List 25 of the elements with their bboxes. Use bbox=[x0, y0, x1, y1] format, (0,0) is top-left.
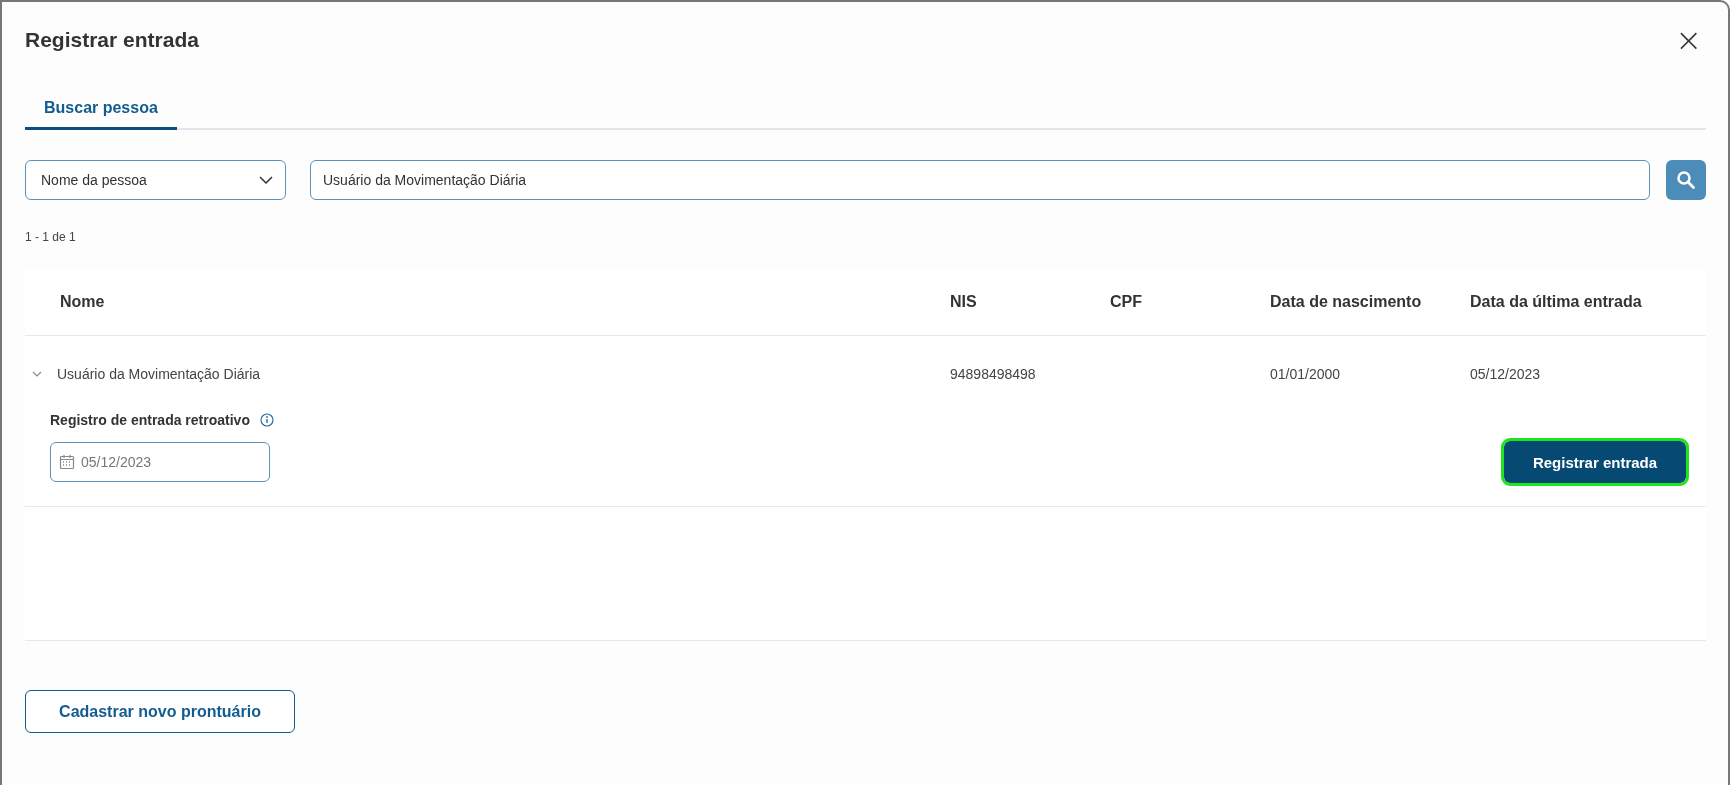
filter-dropdown[interactable]: Nome da pessoa bbox=[25, 160, 286, 200]
table-cell-text: Usuário da Movimentação Diária bbox=[57, 366, 262, 382]
search-button[interactable] bbox=[1666, 160, 1706, 200]
table-cell-text: 01/01/2000 bbox=[1270, 366, 1342, 382]
date-field[interactable]: 05/12/2023 bbox=[50, 442, 270, 482]
register-button[interactable]: Registrar entrada bbox=[1504, 441, 1686, 483]
search-icon bbox=[1676, 170, 1696, 190]
chevron-down-icon bbox=[259, 176, 273, 184]
column-header: CPF bbox=[1110, 293, 1143, 311]
info-icon[interactable] bbox=[259, 413, 274, 427]
column-header: Data de nascimento bbox=[1270, 293, 1423, 311]
dialog-title: Registrar entrada bbox=[25, 28, 199, 52]
column-header: Nome bbox=[59, 293, 106, 311]
field-label: Registro de entrada retroativo bbox=[50, 412, 250, 428]
table-cell-text: 94898498498 bbox=[950, 366, 1037, 382]
calendar-icon bbox=[59, 454, 75, 470]
column-header: Data da última entrada bbox=[1470, 293, 1643, 311]
column-header: NIS bbox=[950, 293, 978, 311]
new-record-button[interactable]: Cadastrar novo prontuário bbox=[25, 690, 295, 733]
result-count: 1 - 1 de 1 bbox=[25, 230, 77, 244]
chevron-icon[interactable] bbox=[32, 371, 42, 377]
search-field[interactable]: Usuário da Movimentação Diária bbox=[310, 160, 1650, 200]
tab[interactable]: Buscar pessoa bbox=[25, 99, 177, 130]
table-cell-text: 05/12/2023 bbox=[1470, 366, 1542, 382]
close-button[interactable]: × bbox=[1671, 24, 1706, 56]
